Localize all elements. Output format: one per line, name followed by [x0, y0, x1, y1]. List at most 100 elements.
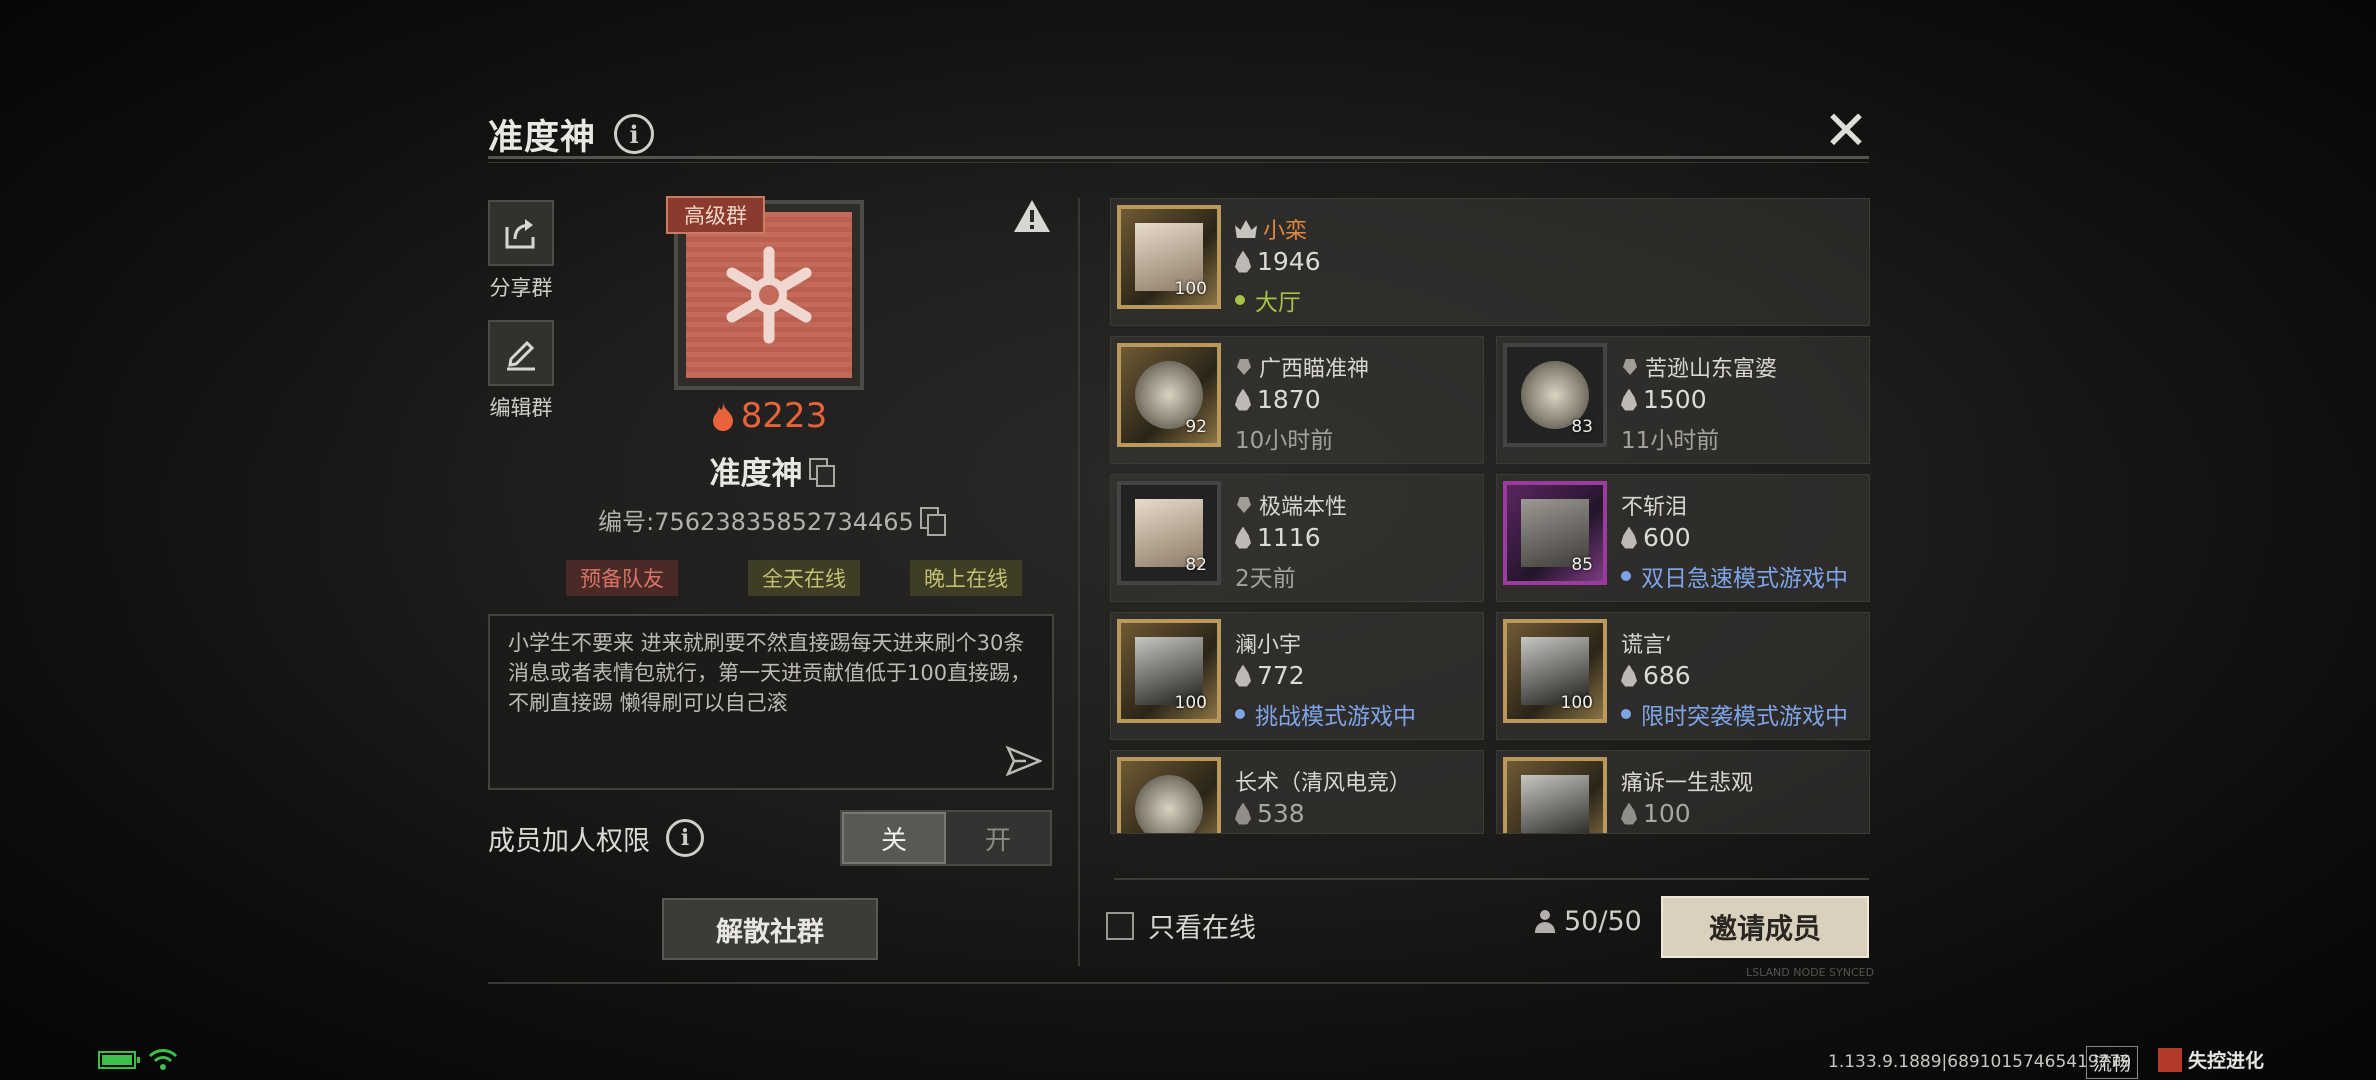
group-heat: 8223 [704, 396, 834, 436]
sync-label: LSLAND NODE SYNCED [1746, 966, 1875, 979]
member-heat: 772 [1235, 661, 1305, 690]
group-name: 准度神 [709, 456, 803, 492]
member-status: 挑战模式游戏中 [1235, 697, 1416, 731]
member-name: 谎言‘ [1621, 627, 1672, 659]
member-status: 11小时前 [1621, 421, 1719, 455]
member-level: 83 [1571, 417, 1593, 437]
member-heat: 100 [1621, 799, 1691, 828]
member-heat: 1870 [1235, 385, 1321, 414]
member-name: 澜小宇 [1235, 627, 1301, 659]
status-dot [1621, 709, 1631, 719]
share-group-label: 分享群 [489, 276, 553, 300]
member-status: 2天前 [1235, 559, 1296, 593]
group-id-row: 编号:75623835852734465 [596, 502, 946, 537]
member-heat-value: 100 [1643, 799, 1691, 828]
snowflake-icon [726, 246, 812, 344]
member-avatar: 100 [1117, 205, 1221, 309]
permission-toggle[interactable]: 关 开 [840, 810, 1052, 866]
title-divider-thin [488, 162, 1869, 163]
report-warning-icon[interactable] [1012, 198, 1052, 234]
permission-on-option[interactable]: 开 [946, 812, 1050, 864]
device-status-bar [98, 1048, 178, 1072]
permission-off-option[interactable]: 关 [842, 812, 946, 864]
copy-name-icon[interactable] [808, 457, 835, 487]
copy-id-icon[interactable] [919, 506, 946, 536]
member-level: 100 [1174, 693, 1207, 713]
member-status-text: 2天前 [1235, 566, 1296, 592]
member-name-text: 澜小宇 [1235, 633, 1302, 658]
permission-row: 成员加人权限 i [488, 816, 704, 860]
member-status-text: 11小时前 [1621, 428, 1720, 454]
share-icon [505, 219, 535, 249]
member-heat-value: 600 [1643, 523, 1691, 552]
member-heat-value: 1116 [1257, 523, 1321, 552]
member-name-text: 极端本性 [1259, 495, 1348, 520]
dialog-bottom-bar [488, 982, 1869, 984]
member-card[interactable]: 100 澜小宇 772 挑战模式游戏中 [1110, 612, 1484, 740]
quality-badge[interactable]: 流畅 [2086, 1046, 2139, 1079]
member-card-leader[interactable]: 100 小栾 1946 大厅 [1110, 198, 1870, 326]
person-icon [1534, 909, 1556, 934]
member-card[interactable]: 85 不斩泪 600 双日急速模式游戏中 [1496, 474, 1870, 602]
member-heat: 686 [1621, 661, 1691, 690]
member-heat-value: 686 [1643, 661, 1691, 690]
crown-icon [1235, 220, 1257, 238]
member-count-value: 50/50 [1564, 906, 1642, 937]
dissolve-group-button[interactable]: 解散社群 [662, 898, 878, 960]
group-id: 编号:75623835852734465 [598, 508, 914, 536]
edit-group-button[interactable] [488, 320, 554, 386]
online-only-checkbox[interactable] [1106, 911, 1134, 940]
info-icon[interactable]: i [614, 114, 655, 154]
member-status: 大厅 [1235, 283, 1301, 317]
member-status: 双日急速模式游戏中 [1621, 559, 1848, 593]
member-photo [1521, 775, 1589, 833]
status-dot [1621, 571, 1631, 581]
member-card[interactable]: 83 苦逊山东富婆 1500 11小时前 [1496, 336, 1870, 464]
group-avatar [686, 212, 852, 378]
member-heat-value: 1946 [1257, 247, 1321, 276]
member-status: 限时突袭模式游戏中 [1621, 697, 1848, 731]
fire-icon [712, 403, 733, 431]
member-heat: 600 [1621, 523, 1691, 552]
member-card[interactable]: 92 广西瞄准神 1870 10小时前 [1110, 336, 1484, 464]
group-name-row: 准度神 [656, 448, 886, 493]
member-name-text: 苦逊山东富婆 [1645, 357, 1778, 382]
member-card[interactable]: 100 谎言‘ 686 限时突袭模式游戏中 [1496, 612, 1870, 740]
member-name: 极端本性 [1235, 489, 1347, 521]
member-status: 10小时前 [1235, 421, 1333, 455]
member-heat-value: 772 [1257, 661, 1305, 690]
flame-icon [1235, 251, 1251, 273]
flame-icon [1621, 389, 1637, 411]
member-avatar: 83 [1503, 343, 1607, 447]
member-name-text: 长术（清风电竞） [1235, 771, 1412, 796]
member-card[interactable]: 82 极端本性 1116 2天前 [1110, 474, 1484, 602]
share-group-button[interactable] [488, 200, 554, 266]
member-avatar: 92 [1117, 343, 1221, 447]
member-card[interactable]: 痛诉一生悲观 100 [1496, 750, 1870, 834]
flame-icon [1235, 527, 1251, 549]
member-avatar: 85 [1503, 481, 1607, 585]
online-only-filter[interactable]: 只看在线 [1106, 906, 1256, 945]
member-status-text: 大厅 [1255, 290, 1301, 316]
members-divider [1114, 878, 1869, 880]
member-heat-value: 1500 [1643, 385, 1707, 414]
member-name: 不斩泪 [1621, 489, 1687, 521]
flame-icon [1621, 665, 1637, 687]
group-description[interactable]: 小学生不要来 进来就刷要不然直接踢每天进来刷个30条消息或者表情包就行，第一天进… [488, 614, 1054, 790]
close-button[interactable]: ✕ [1821, 104, 1871, 158]
member-heat: 538 [1235, 799, 1305, 828]
member-heat: 1500 [1621, 385, 1707, 414]
invite-members-button[interactable]: 邀请成员 [1661, 896, 1869, 958]
rank-icon [1621, 357, 1639, 377]
permission-info-icon[interactable]: i [666, 819, 704, 857]
member-card[interactable]: 长术（清风电竞） 538 [1110, 750, 1484, 834]
member-avatar: 82 [1117, 481, 1221, 585]
member-photo [1135, 775, 1203, 833]
column-divider [1078, 198, 1080, 966]
send-icon[interactable] [1006, 746, 1042, 776]
battery-icon [98, 1051, 140, 1069]
edit-icon [507, 340, 535, 371]
member-heat: 1116 [1235, 523, 1321, 552]
member-status-text: 限时突袭模式游戏中 [1641, 704, 1848, 730]
member-avatar: 100 [1503, 619, 1607, 723]
